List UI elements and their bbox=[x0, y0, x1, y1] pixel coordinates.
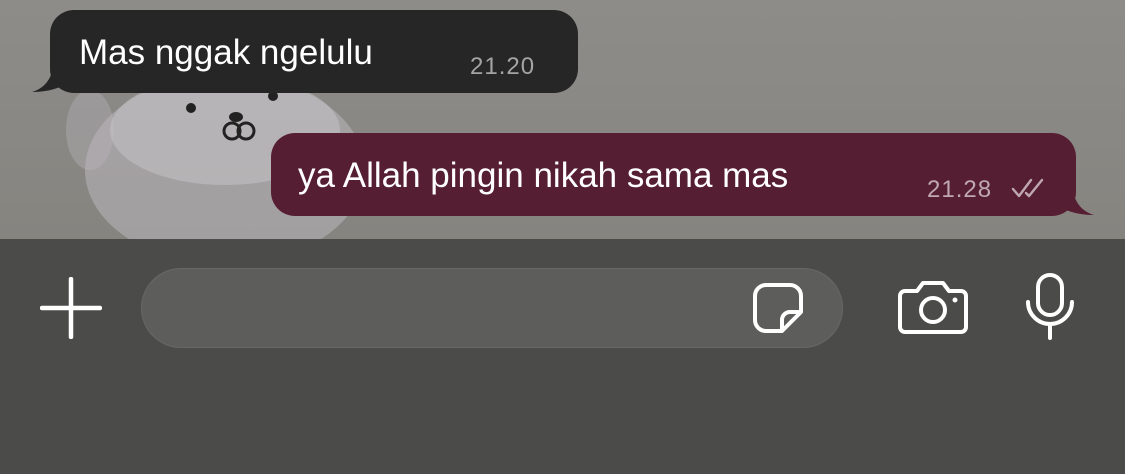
double-check-icon bbox=[1011, 178, 1044, 198]
message-composer-bar bbox=[0, 239, 1125, 474]
camera-icon[interactable] bbox=[897, 279, 969, 335]
message-text: Mas nggak ngelulu bbox=[79, 33, 373, 72]
message-input[interactable] bbox=[166, 269, 750, 349]
message-timestamp: 21.28 bbox=[927, 176, 993, 203]
chat-area[interactable]: Mas nggak ngelulu 21.20 ya Allah pingin … bbox=[0, 0, 1125, 239]
microphone-icon[interactable] bbox=[1023, 272, 1077, 342]
plus-icon[interactable] bbox=[40, 277, 102, 339]
message-text: ya Allah pingin nikah sama mas bbox=[298, 156, 789, 195]
message-timestamp: 21.20 bbox=[470, 53, 536, 80]
sticker-icon[interactable] bbox=[752, 282, 804, 334]
message-bubble-incoming[interactable]: Mas nggak ngelulu 21.20 bbox=[50, 10, 578, 93]
message-input-container[interactable] bbox=[141, 268, 843, 349]
message-bubble-outgoing[interactable]: ya Allah pingin nikah sama mas 21.28 bbox=[271, 133, 1076, 216]
